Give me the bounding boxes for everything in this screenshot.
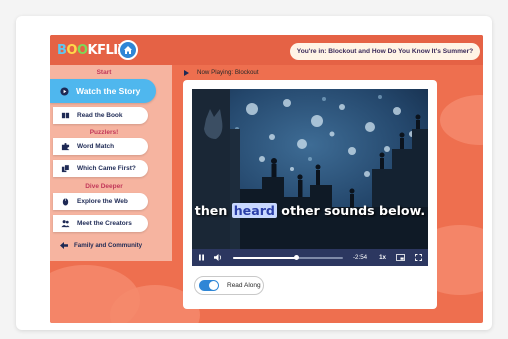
- volume-icon: [214, 254, 222, 261]
- mouse-icon: [61, 197, 70, 206]
- read-book-label: Read the Book: [77, 112, 123, 119]
- progress-fill: [233, 256, 297, 259]
- explore-web-label: Explore the Web: [77, 198, 128, 205]
- now-playing-label: Now Playing: Blockout: [197, 69, 259, 76]
- people-icon: [61, 219, 70, 228]
- speed-button[interactable]: 1x: [379, 254, 386, 261]
- sidebar: Start Watch the Story Read the Book Puzz…: [50, 65, 172, 261]
- toggle-switch[interactable]: [199, 280, 219, 291]
- fullscreen-button[interactable]: [415, 254, 422, 261]
- video-frame[interactable]: then heard other sounds below.: [192, 89, 428, 249]
- story-illustration: [192, 89, 428, 249]
- location-indicator: You're in: Blockout and How Do You Know …: [290, 43, 480, 60]
- top-bar: BOOKFLIX You're in: Blockout and How Do …: [50, 35, 483, 65]
- play-circle-icon: [60, 86, 69, 96]
- pause-icon: [199, 254, 204, 261]
- bookflix-logo[interactable]: BOOKFLIX: [57, 43, 128, 58]
- time-remaining: -2:54: [353, 254, 368, 261]
- caption-highlighted-word: heard: [231, 203, 277, 218]
- pause-button[interactable]: [198, 254, 205, 261]
- caption-after: other sounds below.: [276, 203, 426, 218]
- decorative-cloud: [440, 95, 483, 145]
- player-controls: -2:54 1x: [192, 249, 428, 266]
- now-playing: Now Playing: Blockout: [184, 69, 259, 76]
- meet-creators-button[interactable]: Meet the Creators: [53, 215, 148, 232]
- caption-before: then: [194, 203, 232, 218]
- picture-in-picture-icon: [396, 254, 405, 261]
- progress-knob[interactable]: [294, 254, 300, 260]
- video-player: then heard other sounds below. -2:54 1x: [183, 80, 437, 309]
- puzzle-icon: [61, 142, 70, 151]
- word-match-button[interactable]: Word Match: [53, 138, 148, 155]
- fullscreen-icon: [415, 254, 422, 261]
- read-book-button[interactable]: Read the Book: [53, 107, 148, 124]
- family-community-link[interactable]: Family and Community: [60, 242, 142, 249]
- progress-slider[interactable]: [233, 254, 343, 260]
- which-came-first-button[interactable]: Which Came First?: [53, 160, 148, 177]
- family-community-label: Family and Community: [74, 242, 143, 249]
- book-icon: [61, 111, 70, 120]
- home-button[interactable]: [118, 40, 138, 60]
- section-heading-dive-deeper: Dive Deeper: [85, 183, 123, 190]
- play-icon: [184, 69, 189, 76]
- volume-button[interactable]: [214, 254, 223, 261]
- bookflix-app: BOOKFLIX You're in: Blockout and How Do …: [50, 35, 483, 323]
- toggle-knob: [209, 281, 218, 290]
- which-came-first-label: Which Came First?: [77, 165, 136, 172]
- watch-story-label: Watch the Story: [76, 86, 141, 96]
- section-heading-puzzlers: Puzzlers!: [89, 129, 119, 136]
- watch-story-button[interactable]: Watch the Story: [50, 79, 156, 103]
- section-heading-start: Start: [96, 69, 112, 76]
- cards-icon: [61, 164, 70, 173]
- arrow-left-icon: [60, 242, 68, 249]
- meet-creators-label: Meet the Creators: [77, 220, 132, 227]
- explore-web-button[interactable]: Explore the Web: [53, 193, 148, 210]
- read-along-label: Read Along: [227, 282, 261, 289]
- home-icon: [124, 46, 132, 54]
- video-caption: then heard other sounds below.: [192, 203, 428, 218]
- word-match-label: Word Match: [77, 143, 115, 150]
- read-along-toggle[interactable]: Read Along: [194, 276, 264, 295]
- picture-in-picture-button[interactable]: [396, 254, 405, 261]
